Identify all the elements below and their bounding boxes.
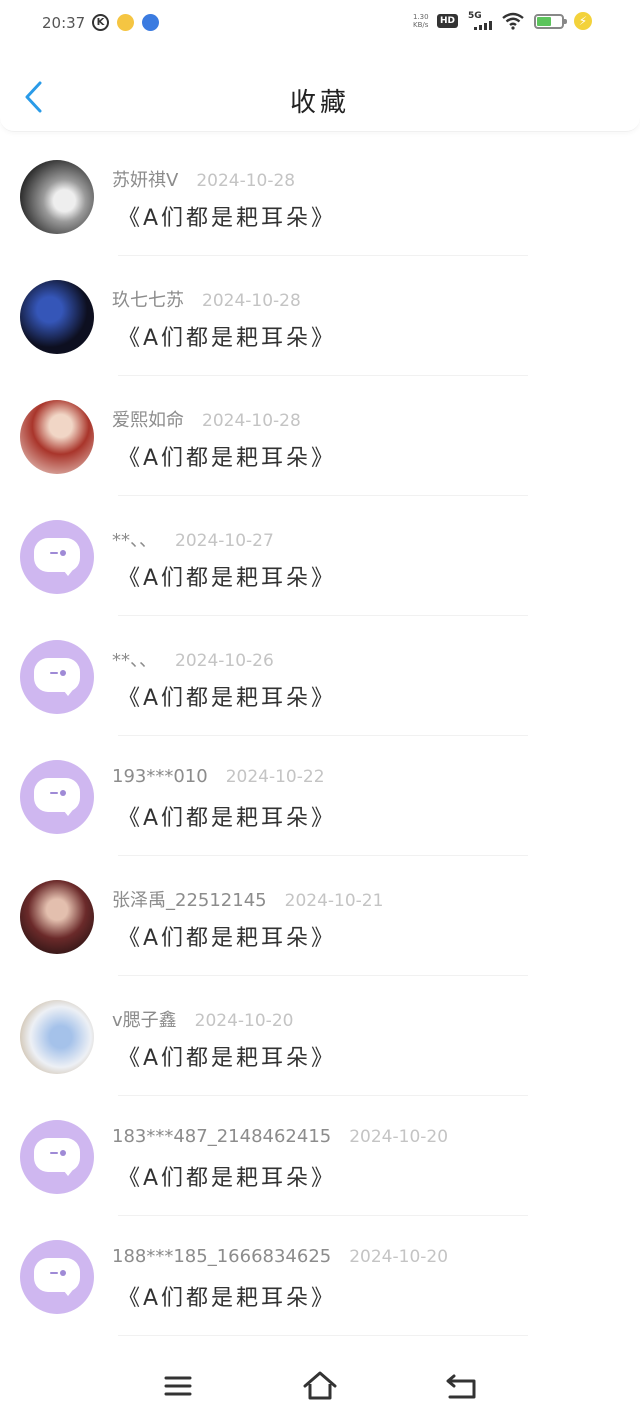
list-item[interactable]: 苏妍祺V 2024-10-28 《A们都是耙耳朵》 bbox=[0, 136, 640, 256]
work-title[interactable]: 《A们都是耙耳朵》 bbox=[118, 920, 336, 952]
username: 193***010 bbox=[112, 766, 208, 787]
username: v腮子鑫 bbox=[112, 1010, 177, 1031]
system-nav-bar bbox=[0, 1346, 640, 1422]
username: 爱熙如命 bbox=[112, 410, 184, 431]
work-title[interactable]: 《A们都是耙耳朵》 bbox=[118, 1040, 336, 1072]
work-title[interactable]: 《A们都是耙耳朵》 bbox=[118, 1280, 336, 1312]
list-item[interactable]: v腮子鑫 2024-10-20 《A们都是耙耳朵》 bbox=[0, 976, 640, 1096]
username: 183***487_2148462415 bbox=[112, 1126, 332, 1147]
date: 2024-10-26 bbox=[175, 651, 274, 671]
work-title[interactable]: 《A们都是耙耳朵》 bbox=[118, 1160, 336, 1192]
default-avatar-icon[interactable] bbox=[20, 1120, 94, 1194]
page-header: 收藏 bbox=[0, 0, 640, 132]
work-title[interactable]: 《A们都是耙耳朵》 bbox=[118, 560, 336, 592]
list-item[interactable]: 爱熙如命 2024-10-28 《A们都是耙耳朵》 bbox=[0, 376, 640, 496]
date: 2024-10-28 bbox=[202, 411, 301, 431]
work-title[interactable]: 《A们都是耙耳朵》 bbox=[118, 680, 336, 712]
avatar[interactable] bbox=[20, 880, 94, 954]
username: 188***185_1666834625 bbox=[112, 1246, 332, 1267]
avatar[interactable] bbox=[20, 1000, 94, 1074]
date: 2024-10-28 bbox=[196, 171, 296, 191]
list-item[interactable]: 183***487_2148462415 2024-10-20 《A们都是耙耳朵》 bbox=[0, 1096, 640, 1216]
date: 2024-10-28 bbox=[202, 291, 301, 311]
default-avatar-icon[interactable] bbox=[20, 520, 94, 594]
list-item[interactable]: 188***185_1666834625 2024-10-20 《A们都是耙耳朵》 bbox=[0, 1216, 640, 1336]
default-avatar-icon[interactable] bbox=[20, 1240, 94, 1314]
list-item[interactable]: 张泽禹_22512145 2024-10-21 《A们都是耙耳朵》 bbox=[0, 856, 640, 976]
work-title[interactable]: 《A们都是耙耳朵》 bbox=[118, 320, 336, 352]
date: 2024-10-20 bbox=[349, 1127, 449, 1147]
list-item[interactable]: 193***010 2024-10-22 《A们都是耙耳朵》 bbox=[0, 736, 640, 856]
favorites-list: 苏妍祺V 2024-10-28 《A们都是耙耳朵》 玖七七苏 2024-10-28 … bbox=[0, 136, 640, 1336]
work-title[interactable]: 《A们都是耙耳朵》 bbox=[118, 200, 336, 232]
username: 玖七七苏 bbox=[112, 290, 184, 311]
date: 2024-10-20 bbox=[194, 1011, 294, 1031]
avatar[interactable] bbox=[20, 160, 94, 234]
work-title[interactable]: 《A们都是耙耳朵》 bbox=[118, 800, 336, 832]
username: 张泽禹_22512145 bbox=[112, 890, 267, 911]
username: **、、 bbox=[112, 650, 157, 671]
home-icon[interactable] bbox=[300, 1366, 340, 1406]
work-title[interactable]: 《A们都是耙耳朵》 bbox=[118, 440, 336, 472]
default-avatar-icon[interactable] bbox=[20, 640, 94, 714]
return-icon[interactable] bbox=[442, 1366, 482, 1406]
list-item[interactable]: **、、 2024-10-26 《A们都是耙耳朵》 bbox=[0, 616, 640, 736]
page-title: 收藏 bbox=[289, 88, 350, 118]
date: 2024-10-21 bbox=[284, 891, 384, 911]
avatar[interactable] bbox=[20, 280, 94, 354]
username: **、、 bbox=[112, 530, 157, 551]
date: 2024-10-22 bbox=[225, 767, 325, 787]
date: 2024-10-20 bbox=[349, 1247, 449, 1267]
list-item[interactable]: **、、 2024-10-27 《A们都是耙耳朵》 bbox=[0, 496, 640, 616]
menu-icon[interactable] bbox=[158, 1366, 198, 1406]
username: 苏妍祺V bbox=[112, 170, 179, 191]
list-item[interactable]: 玖七七苏 2024-10-28 《A们都是耙耳朵》 bbox=[0, 256, 640, 376]
avatar[interactable] bbox=[20, 400, 94, 474]
default-avatar-icon[interactable] bbox=[20, 760, 94, 834]
date: 2024-10-27 bbox=[175, 531, 274, 551]
